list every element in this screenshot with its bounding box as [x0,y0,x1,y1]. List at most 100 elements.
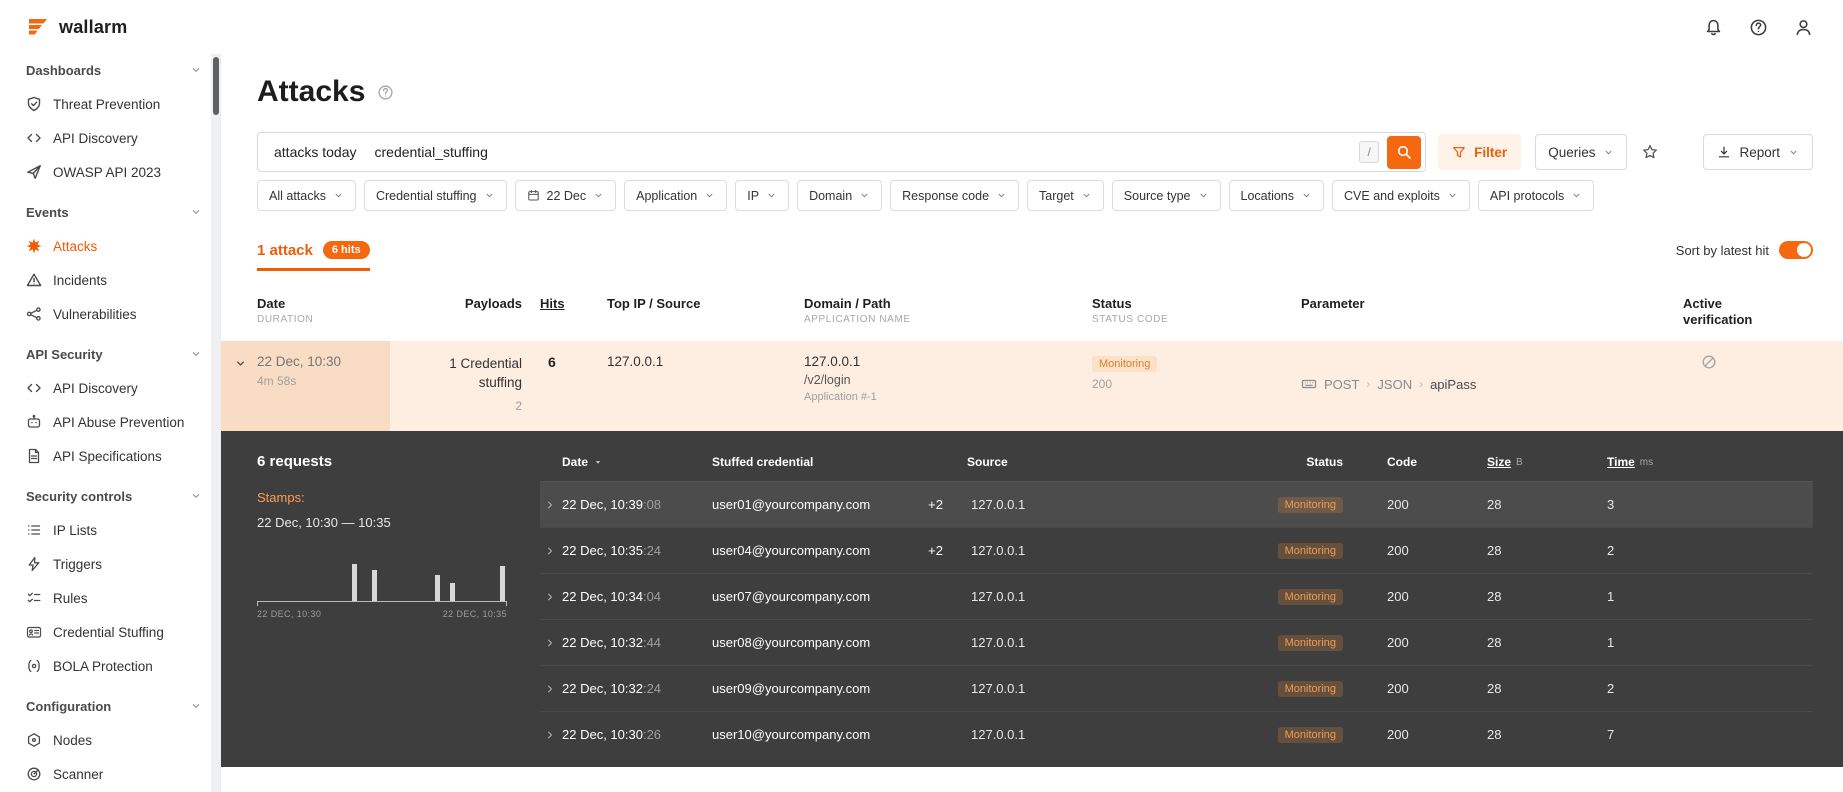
timeline-bar [499,565,505,602]
stuffed-credential: user04@yourcompany.com [712,543,871,559]
column-header-time[interactable]: Time ms [1607,455,1813,469]
filter-chip[interactable]: CVE and exploits [1332,180,1470,211]
attack-table-header: Date DURATION Payloads Hits Top IP / Sou… [257,296,1813,341]
column-header-size[interactable]: Size B [1487,455,1607,469]
filter-chip[interactable]: API protocols [1477,180,1595,211]
request-row[interactable]: 22 Dec, 10:32:24 user09@yourcompany.com … [540,665,1813,711]
attacks-result-tab[interactable]: 1 attack 6 hits [257,241,370,271]
expand-request-icon[interactable] [540,545,562,557]
expand-request-icon[interactable] [540,683,562,695]
sidebar-item[interactable]: API Discovery [0,371,220,405]
request-row[interactable]: 22 Dec, 10:34:04 user07@yourcompany.com … [540,573,1813,619]
sidebar-item[interactable]: API Specifications [0,439,220,473]
sidebar-section-label: API Security [26,346,103,362]
notifications-button[interactable] [1704,18,1723,37]
sidebar-item-label: BOLA Protection [53,658,153,674]
star-icon [1642,144,1658,160]
sidebar-item[interactable]: Threat Prevention [0,87,220,121]
requests-table: Date Stuffed credential Source Status Co… [540,431,1843,767]
report-dropdown[interactable]: Report [1703,134,1813,170]
column-header-date[interactable]: Date DURATION [257,296,392,329]
search-button[interactable] [1387,135,1422,169]
sidebar-section[interactable]: API Security [0,337,220,371]
column-header-hits[interactable]: Hits [522,296,607,329]
brand-logo[interactable]: wallarm [26,15,127,39]
sidebar-item[interactable]: Attacks [0,229,220,263]
favorite-query-button[interactable] [1633,134,1668,170]
sidebar-item[interactable]: OWASP API 2023 [0,155,220,189]
filter-chip[interactable]: Locations [1228,180,1325,211]
sidebar-item[interactable]: Incidents [0,263,220,297]
column-header-parameter[interactable]: Parameter [1301,296,1643,329]
filter-chip[interactable]: Credential stuffing [363,180,507,211]
code-icon [26,130,42,146]
sidebar-item[interactable]: Vulnerabilities [0,297,220,331]
help-button[interactable] [1749,18,1768,37]
request-row[interactable]: 22 Dec, 10:39:08 user01@yourcompany.com +… [540,481,1813,528]
page-help-icon[interactable] [377,84,394,101]
user-menu-button[interactable] [1794,18,1813,37]
column-header-request-date[interactable]: Date [562,455,712,469]
attack-row[interactable]: 22 Dec, 10:30 4m 58s 1 Credential stuffi… [221,340,1843,432]
column-header-code[interactable]: Code [1387,455,1487,469]
sidebar-section[interactable]: Configuration [0,689,220,723]
request-row[interactable]: 22 Dec, 10:30:26 user10@yourcompany.com … [540,711,1813,757]
request-row[interactable]: 22 Dec, 10:35:24 user04@yourcompany.com +… [540,527,1813,573]
sidebar-item[interactable]: Rules [0,581,220,615]
column-header-request-status[interactable]: Status [1267,455,1387,469]
column-header-domain[interactable]: Domain / Path APPLICATION NAME [804,296,1092,329]
column-header-source[interactable]: Top IP / Source [607,296,804,329]
sidebar-item[interactable]: API Discovery [0,121,220,155]
sort-toggle[interactable] [1779,241,1813,259]
chevron-down-icon [1447,190,1458,201]
request-row[interactable]: 22 Dec, 10:32:44 user08@yourcompany.com … [540,619,1813,665]
filter-chip[interactable]: Response code [890,180,1020,211]
requests-timeline-chart [257,564,507,607]
sidebar-section-label: Events [26,204,69,220]
chevron-down-icon [333,190,344,201]
sidebar-section[interactable]: Dashboards [0,54,220,87]
filter-chip[interactable]: Domain [797,180,883,211]
sidebar-scrollbar-thumb[interactable] [212,57,219,115]
sidebar-section[interactable]: Security controls [0,479,220,513]
expand-request-icon[interactable] [540,637,562,649]
download-icon [1717,145,1731,159]
sidebar-section[interactable]: Events [0,195,220,229]
sort-control: Sort by latest hit [1676,241,1813,271]
expand-request-icon[interactable] [540,499,562,511]
help-icon [1749,18,1768,37]
sidebar: Dashboards Threat Prevention API Discove… [0,54,221,792]
filter-chip[interactable]: Source type [1111,180,1221,211]
filter-chip[interactable]: 22 Dec [514,180,617,211]
filter-chip[interactable]: Application [624,180,728,211]
sidebar-item[interactable]: Nodes [0,723,220,757]
topbar: wallarm [0,0,1843,54]
expand-request-icon[interactable] [540,729,562,741]
filter-chip[interactable]: Target [1027,180,1104,211]
sidebar-item[interactable]: Scanner [0,757,220,791]
sidebar-item[interactable]: Credential Stuffing [0,615,220,649]
filter-chip[interactable]: IP [735,180,790,211]
credential-extra-count: +2 [928,497,943,513]
column-header-verification[interactable]: Active verification [1643,296,1752,329]
column-header-credential[interactable]: Stuffed credential [712,455,967,469]
main-content: Attacks attacks today credential_stuffin… [221,54,1843,792]
sidebar-item[interactable]: BOLA Protection [0,649,220,683]
collapse-row-icon[interactable] [234,357,247,370]
filter-chip[interactable]: All attacks [257,180,356,211]
queries-dropdown[interactable]: Queries [1535,134,1628,170]
sidebar-item[interactable]: Triggers [0,547,220,581]
search-input[interactable]: attacks today credential_stuffing / [257,132,1427,172]
chevron-down-icon [1301,190,1312,201]
stuffed-credential: user10@yourcompany.com [712,727,871,743]
column-header-request-source[interactable]: Source [967,455,1267,469]
sidebar-item[interactable]: IP Lists [0,513,220,547]
column-header-payloads[interactable]: Payloads [392,296,522,329]
response-time: 7 [1607,727,1615,743]
sidebar-scrollbar[interactable] [211,54,220,792]
filter-button[interactable]: Filter [1438,134,1522,170]
expand-request-icon[interactable] [540,591,562,603]
sidebar-item[interactable]: API Abuse Prevention [0,405,220,439]
column-header-status[interactable]: Status STATUS CODE [1092,296,1301,329]
bola-icon [26,658,42,674]
